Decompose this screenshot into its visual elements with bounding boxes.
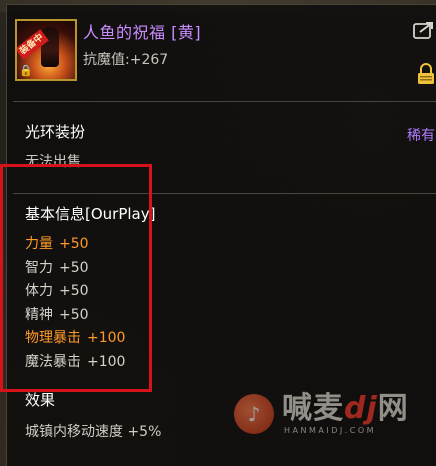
lock-icon[interactable] — [417, 63, 435, 85]
small-lock-icon: 🔒 — [19, 64, 33, 77]
item-magic-resist: 抗魔值:+267 — [83, 52, 169, 68]
watermark-text: 喊麦dj网 — [282, 391, 409, 426]
category-title: 光环装扮 — [25, 123, 86, 141]
effect-line: 城镇内移动速度 +5% — [25, 424, 162, 440]
site-watermark: ♪ 喊麦dj网 HANMAIDJ.COM — [234, 392, 434, 438]
mermaid-blessing-icon[interactable]: 装备中 🔒 — [15, 19, 77, 81]
rarity-label: 稀有 — [407, 128, 435, 144]
share-icon[interactable] — [413, 21, 435, 39]
highlight-box — [0, 164, 152, 392]
item-name: 人鱼的祝福 [黄] — [83, 23, 202, 42]
effect-title: 效果 — [25, 391, 56, 409]
watermark-url: HANMAIDJ.COM — [284, 426, 377, 435]
watermark-logo-icon: ♪ — [234, 394, 274, 434]
divider — [13, 101, 436, 102]
